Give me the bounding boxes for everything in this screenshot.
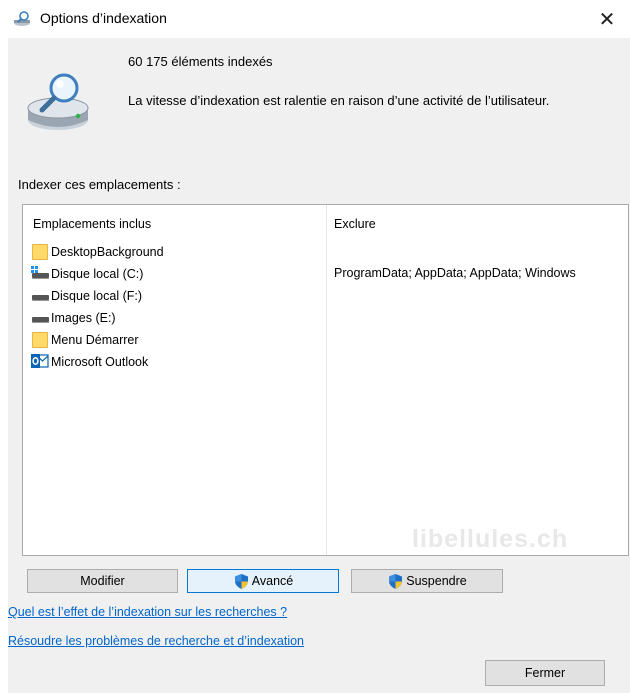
locations-section-label: Indexer ces emplacements :	[18, 177, 181, 192]
location-item[interactable]: DesktopBackground	[31, 241, 164, 263]
system-drive-icon	[31, 265, 49, 283]
column-divider	[326, 205, 327, 555]
location-label: Disque local (C:)	[51, 267, 144, 281]
location-label: Disque local (F:)	[51, 289, 142, 303]
title-bar: Options d’indexation ✕	[0, 0, 630, 38]
drive-icon	[31, 287, 49, 305]
location-item[interactable]: Images (E:)	[31, 307, 164, 329]
drive-icon	[31, 309, 49, 327]
modify-button-label: Modifier	[80, 574, 125, 588]
location-item[interactable]: Disque local (F:)	[31, 285, 164, 307]
window-title: Options d’indexation	[40, 10, 167, 26]
dialog-body: 60 175 éléments indexés La vitesse d’ind…	[8, 38, 630, 693]
included-locations-header[interactable]: Emplacements inclus	[33, 217, 151, 231]
indexed-drive-search-icon	[27, 73, 89, 130]
advanced-button-label: Avancé	[251, 574, 294, 588]
indexing-options-icon	[14, 11, 30, 26]
location-item[interactable]: Menu Démarrer	[31, 329, 164, 351]
close-dialog-button[interactable]: Fermer	[485, 660, 605, 686]
location-item[interactable]: Microsoft Outlook	[31, 351, 164, 373]
location-label: Menu Démarrer	[51, 333, 139, 347]
exclude-value: ProgramData; AppData; AppData; Windows	[334, 266, 576, 280]
folder-icon	[31, 331, 49, 349]
location-item[interactable]: Disque local (C:)	[31, 263, 164, 285]
uac-shield-icon	[234, 573, 248, 589]
troubleshoot-link[interactable]: Résoudre les problèmes de recherche et d…	[8, 634, 304, 648]
watermark: libellules.ch	[412, 525, 569, 553]
location-label: Images (E:)	[51, 311, 116, 325]
folder-icon	[31, 243, 49, 261]
advanced-button[interactable]: Avancé	[187, 569, 339, 593]
indexing-status: La vitesse d’indexation est ralentie en …	[128, 93, 550, 108]
location-label: Microsoft Outlook	[51, 355, 149, 369]
exclude-header[interactable]: Exclure	[334, 217, 376, 231]
indexed-items-count: 60 175 éléments indexés	[128, 54, 273, 69]
pause-button-label: Suspendre	[406, 574, 467, 588]
close-dialog-button-label: Fermer	[524, 666, 566, 680]
outlook-icon	[31, 353, 49, 371]
location-label: DesktopBackground	[51, 245, 164, 259]
uac-shield-icon	[389, 573, 403, 589]
close-button[interactable]: ✕	[584, 0, 630, 38]
locations-list[interactable]: Emplacements inclus Exclure DesktopBackg…	[22, 204, 629, 556]
indexing-effect-link[interactable]: Quel est l’effet de l’indexation sur les…	[8, 605, 287, 619]
modify-button[interactable]: Modifier	[27, 569, 178, 593]
pause-button[interactable]: Suspendre	[351, 569, 503, 593]
close-icon: ✕	[598, 8, 616, 31]
